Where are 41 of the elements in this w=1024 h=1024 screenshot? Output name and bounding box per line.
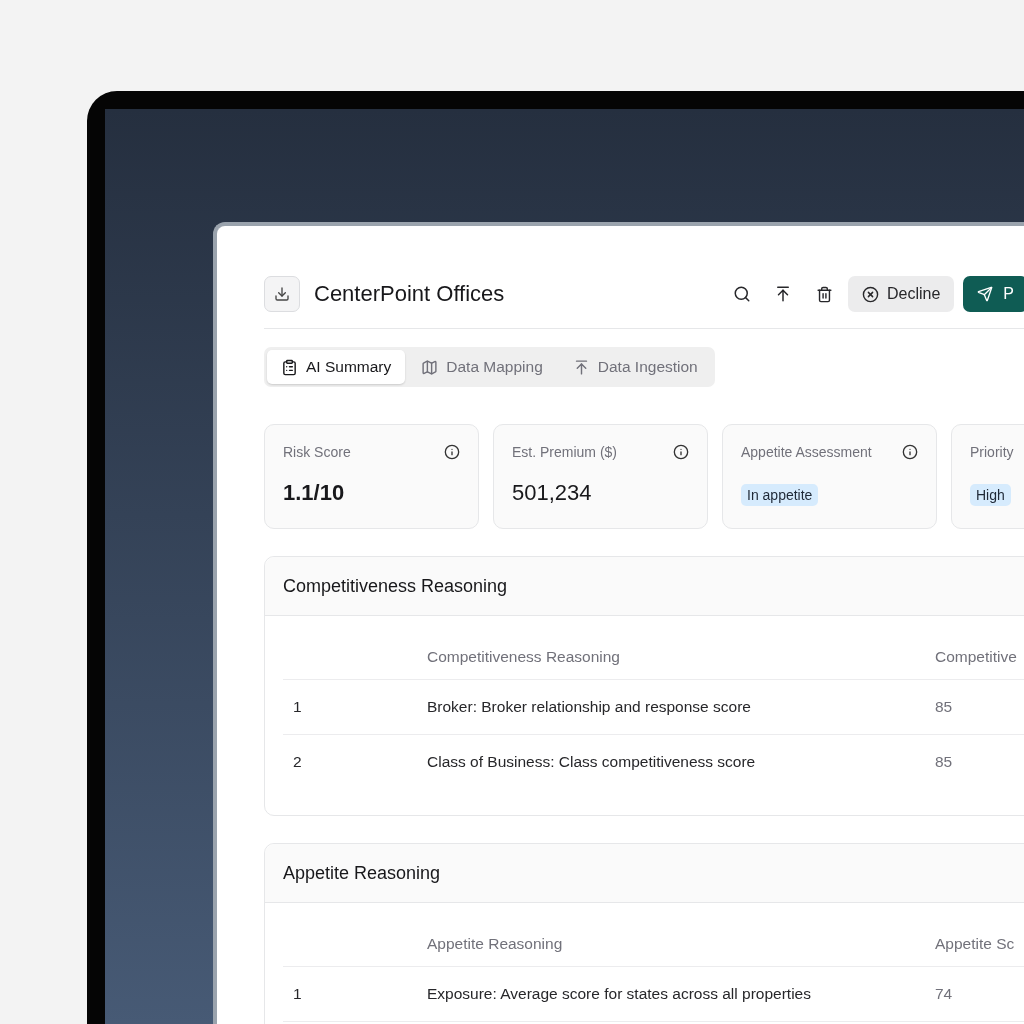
column-header: Competitiveness Reasoning	[427, 647, 621, 666]
tab[interactable]: Data Ingestion	[558, 350, 712, 384]
metric-label: Risk Score	[283, 444, 351, 460]
clipboard-icon	[281, 358, 298, 376]
column-header: Appetite Sc	[935, 934, 1016, 953]
download-button[interactable]	[264, 276, 300, 312]
metric-label: Est. Premium ($)	[512, 444, 617, 460]
info-icon[interactable]	[673, 444, 689, 460]
panel-title: Appetite Reasoning	[265, 844, 1024, 903]
tab[interactable]: AI Summary	[267, 350, 406, 384]
metric-label: Priority	[970, 444, 1014, 460]
table-cell-text: 85	[935, 753, 954, 771]
info-icon[interactable]	[444, 444, 460, 460]
upload-icon	[774, 285, 792, 303]
table-cell-text: Class of Business: Class competitiveness score	[427, 753, 757, 771]
download-icon	[274, 286, 290, 302]
tab[interactable]: Data Mapping	[407, 350, 557, 384]
metric-value: 1.1/10	[283, 480, 346, 506]
page-title: CenterPoint Offices	[314, 281, 506, 307]
search-icon	[733, 285, 751, 303]
close-icon	[862, 285, 879, 303]
decline-button[interactable]: Decline	[848, 276, 955, 312]
map-icon	[421, 358, 439, 376]
table-cell-text: Exposure: Average score for states across all properties	[427, 985, 812, 1003]
table-cell-text: 1	[292, 985, 303, 1003]
status-badge: In appetite	[741, 484, 819, 506]
table-cell-text: 2	[292, 753, 303, 771]
column-header: Appetite Reasoning	[427, 934, 564, 953]
metric-label: Appetite Assessment	[741, 444, 872, 460]
table-cell-text: 74	[935, 985, 954, 1003]
table-cell-text: Broker: Broker relationship and response score	[427, 698, 752, 716]
table-cell-text: 1	[292, 698, 303, 716]
send-button[interactable]: P	[963, 276, 1024, 312]
trash-icon	[815, 285, 833, 303]
info-icon[interactable]	[902, 444, 918, 460]
panel-title: Competitiveness Reasoning	[265, 557, 1024, 616]
send-icon	[977, 286, 994, 302]
status-badge: High	[970, 484, 1011, 506]
column-header: Competitive	[935, 647, 1018, 666]
table-cell-text: 85	[935, 698, 954, 716]
metric-value: 501,234	[512, 480, 593, 506]
